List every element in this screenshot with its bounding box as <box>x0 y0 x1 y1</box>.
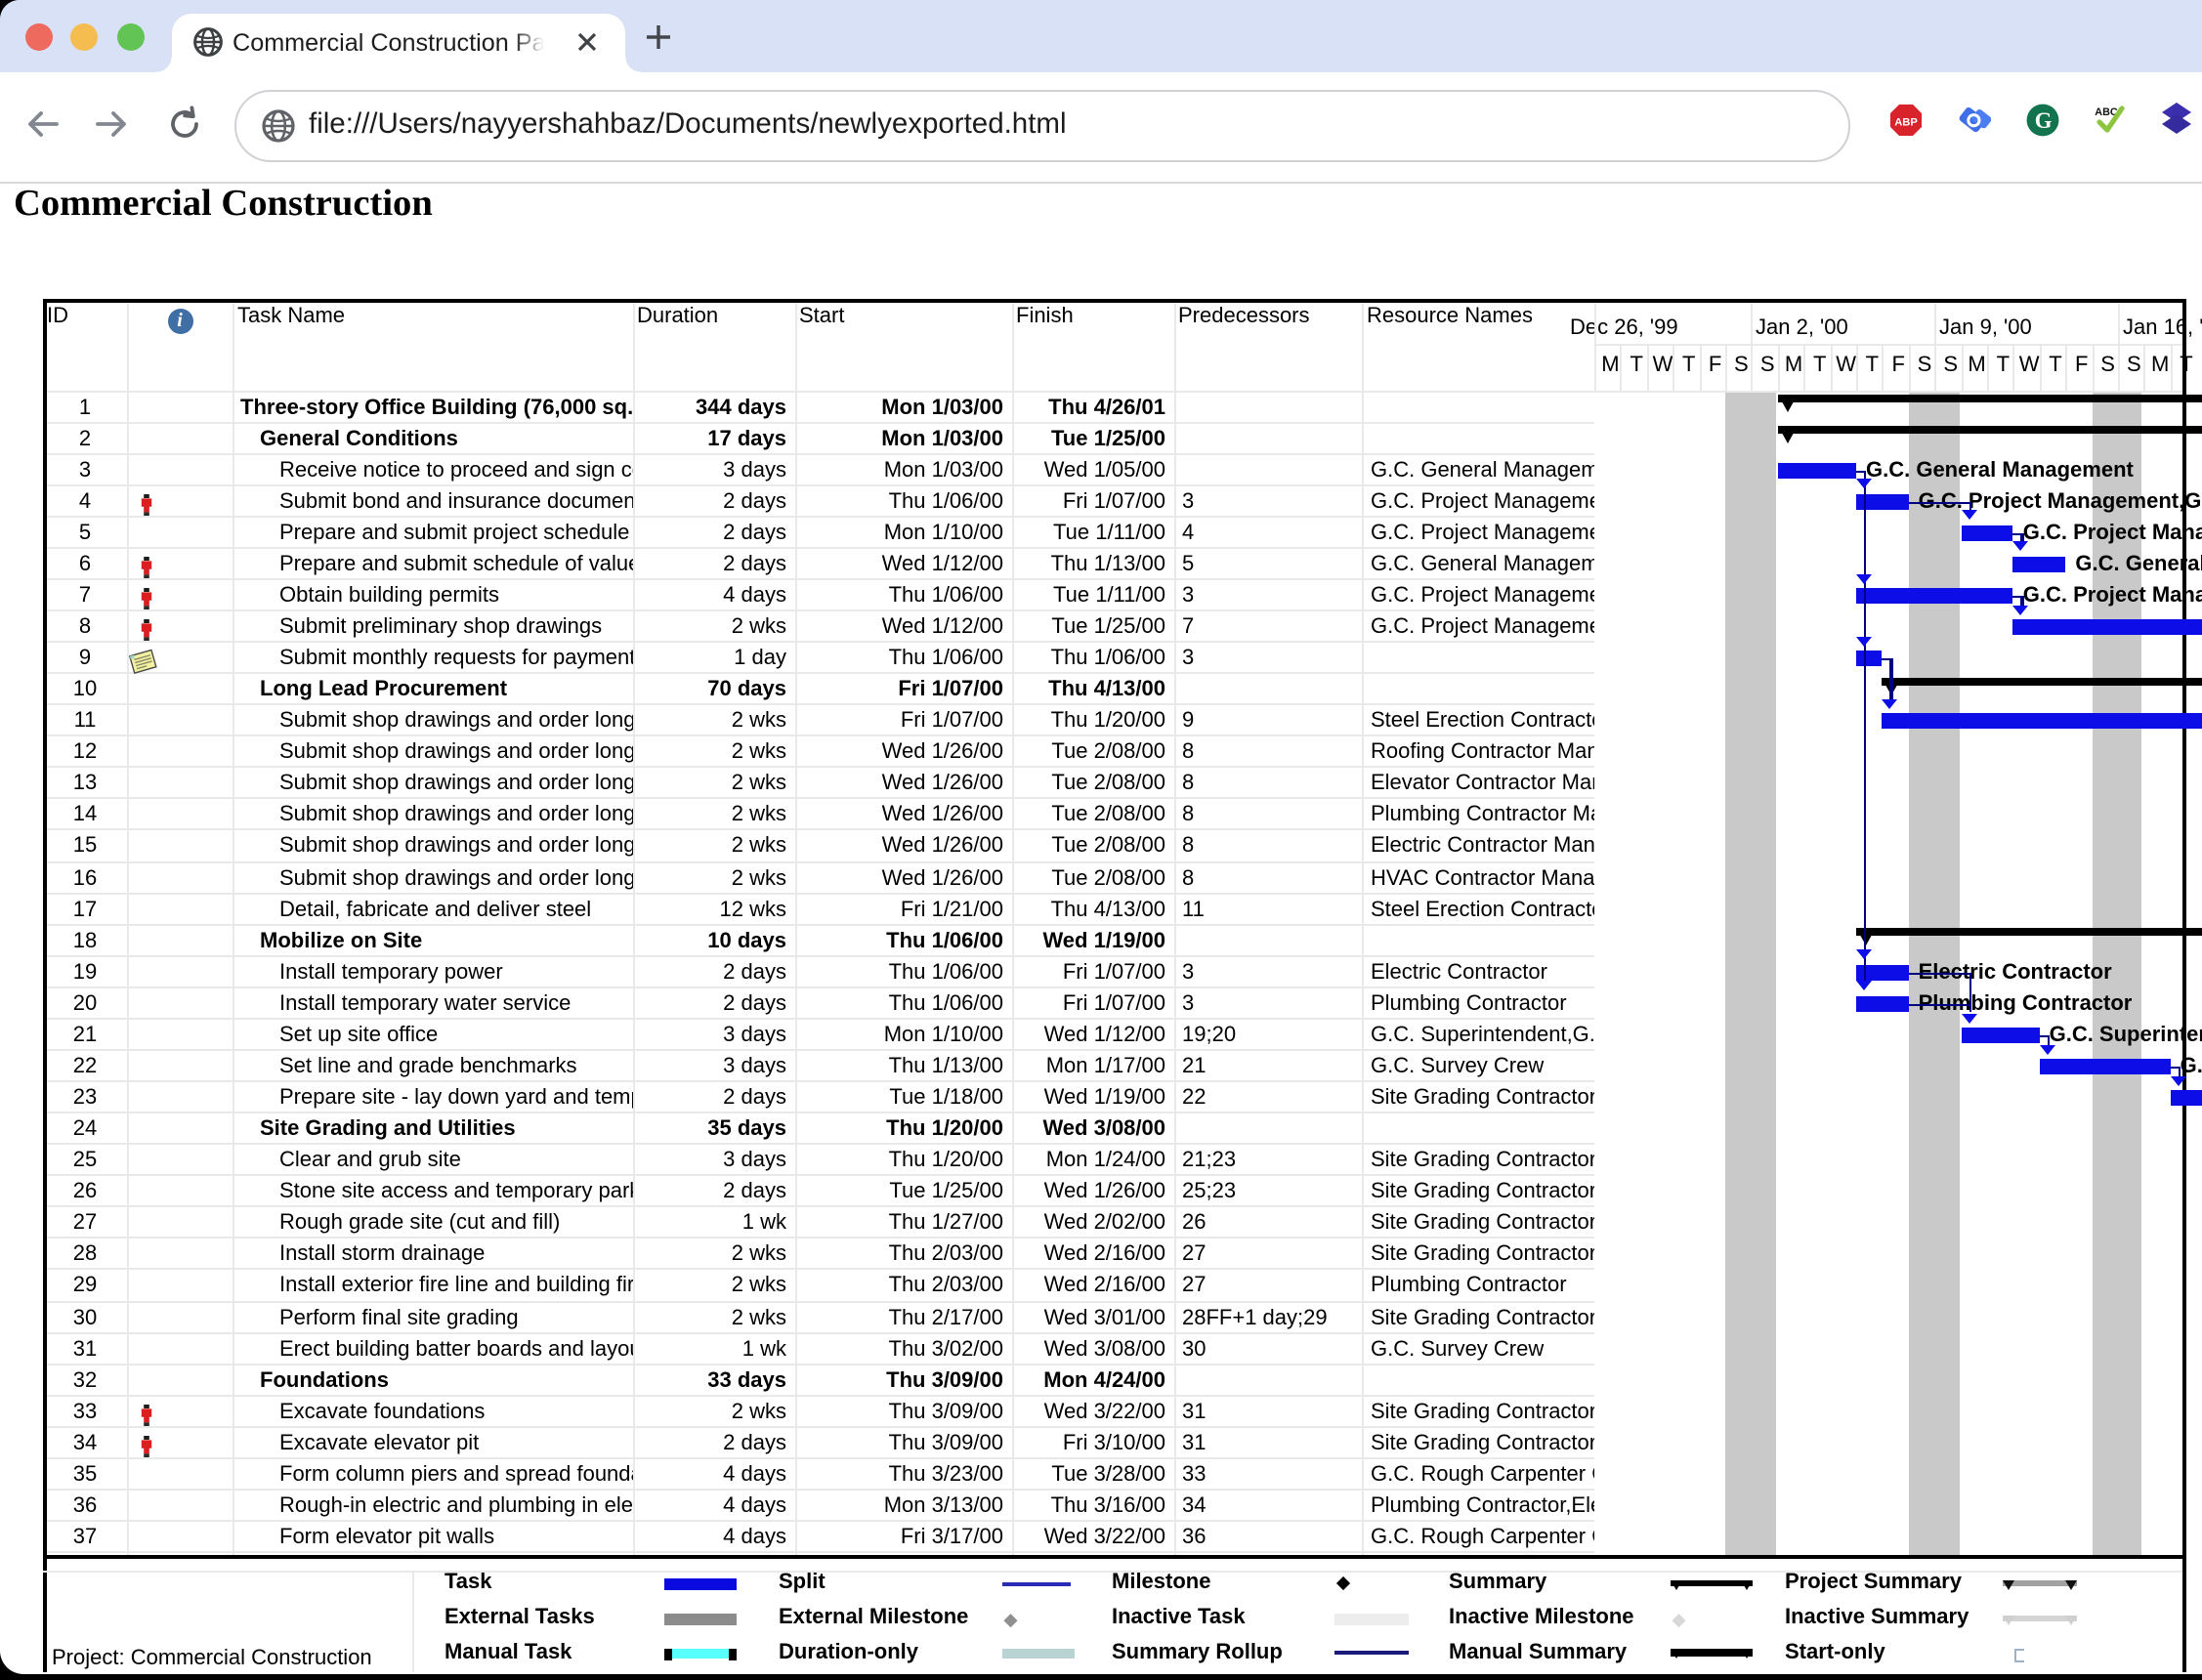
svg-text:ABP: ABP <box>1894 116 1918 128</box>
svg-text:G: G <box>2035 107 2053 132</box>
